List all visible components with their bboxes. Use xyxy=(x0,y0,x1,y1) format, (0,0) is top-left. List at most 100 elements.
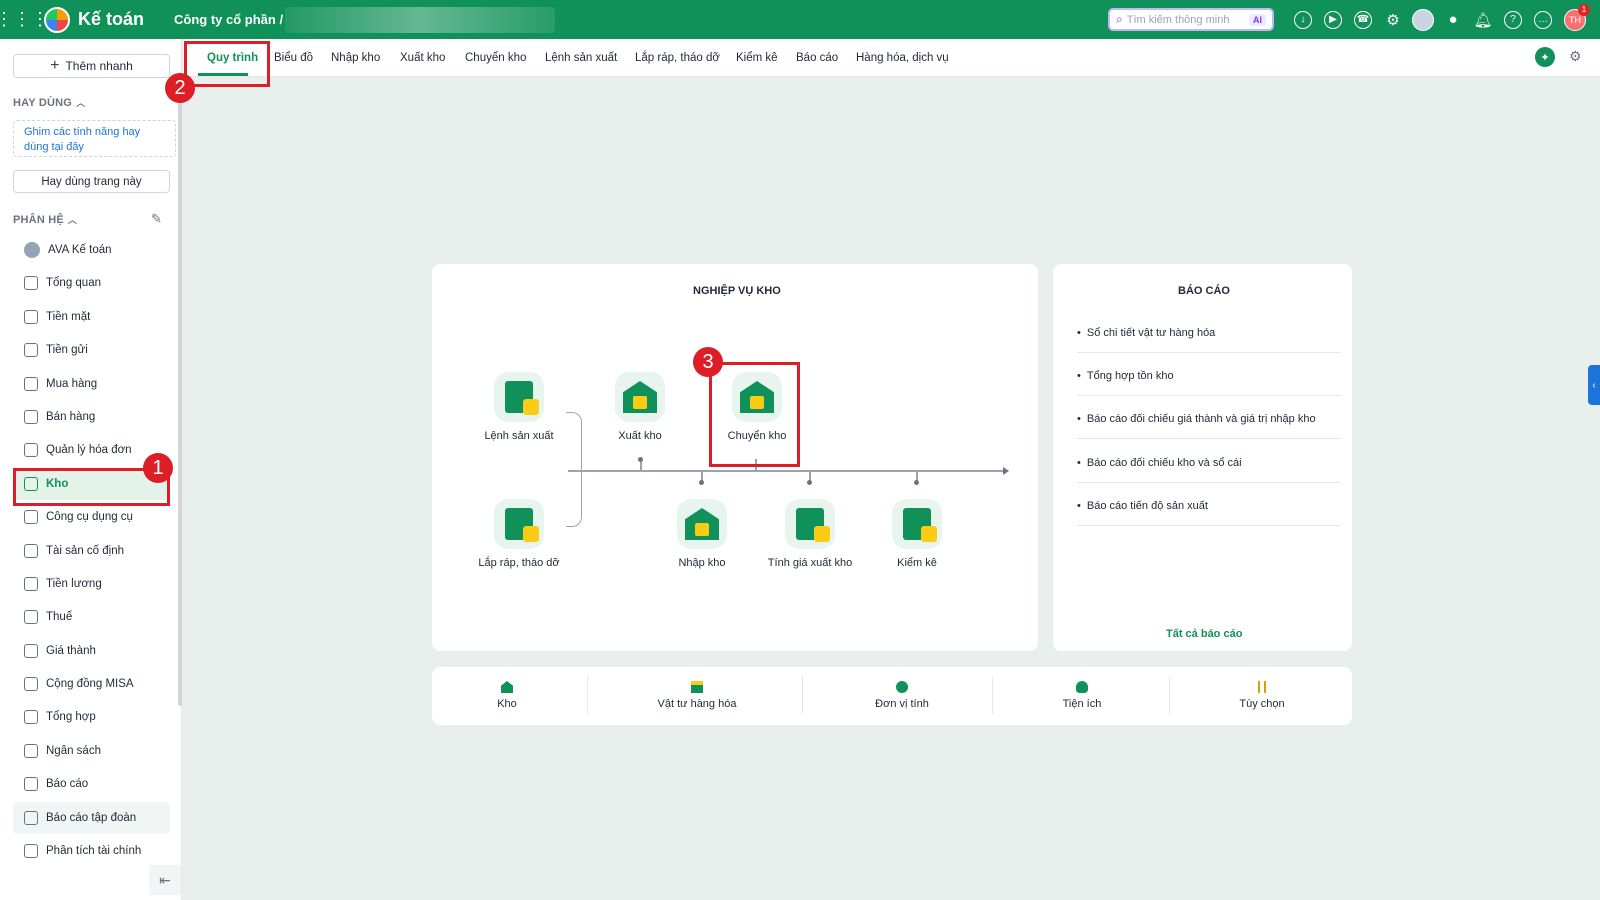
search-placeholder: Tìm kiếm thông minh xyxy=(1126,13,1230,26)
sidebar-item-label: Mua hàng xyxy=(46,377,98,390)
sidebar-item-tax[interactable]: Thuế xyxy=(13,601,170,633)
sidebar-item-fixed-assets[interactable]: Tài sản cố định xyxy=(13,535,170,567)
report-link[interactable]: Báo cáo đối chiếu kho và sổ cái xyxy=(1077,457,1341,483)
app-grid-icon[interactable]: ⋮⋮⋮ xyxy=(0,0,49,39)
frequent-section-title[interactable]: HAY DÙNG ︿ xyxy=(13,96,85,109)
sidebar-item-deposit[interactable]: Tiền gửi xyxy=(13,334,170,366)
sidebar-item-overview[interactable]: Tổng quan xyxy=(13,267,170,299)
summary-icon xyxy=(24,710,38,725)
quick-label: Đơn vị tính xyxy=(875,698,929,710)
quick-add-button[interactable]: + Thêm nhanh xyxy=(13,54,170,78)
quick-label: Kho xyxy=(497,698,517,710)
divider xyxy=(587,677,588,714)
frequent-page-button[interactable]: Hay dùng trang này xyxy=(13,170,170,193)
report-link[interactable]: Sổ chi tiết vật tư hàng hóa xyxy=(1077,327,1341,353)
pin-hint-box: Ghim các tính năng hay dùng tại đây xyxy=(13,120,176,157)
sidebar-item-cost[interactable]: Giá thành xyxy=(13,635,170,667)
side-panel-toggle-icon[interactable]: ‹ xyxy=(1588,365,1600,405)
sidebar-item-summary[interactable]: Tổng hợp xyxy=(13,701,170,733)
dashboard-icon xyxy=(24,276,38,291)
sidebar-item-cash[interactable]: Tiền mặt xyxy=(13,301,170,333)
smart-search-input[interactable]: ⌕ Tìm kiếm thông minh AI xyxy=(1108,8,1274,31)
tab-assembly[interactable]: Lắp ráp, tháo dỡ xyxy=(635,39,720,77)
company-name[interactable]: Công ty cổ phần / xyxy=(174,12,283,27)
modules-section-label: PHÂN HỆ xyxy=(13,214,64,226)
frequent-section-label: HAY DÙNG xyxy=(13,97,73,109)
tab-charts[interactable]: Biểu đồ xyxy=(274,39,313,77)
bell-icon[interactable]: 🔔︎ xyxy=(1468,0,1498,39)
more-icon[interactable]: … xyxy=(1528,0,1558,39)
highlight-box-2 xyxy=(184,41,270,87)
assistant-avatar[interactable] xyxy=(1412,8,1434,31)
node-stock-in[interactable]: Nhập kho xyxy=(657,499,747,572)
sidebar-item-label: Báo cáo tập đoàn xyxy=(46,811,137,824)
calculator-icon xyxy=(785,499,835,549)
divider xyxy=(1169,677,1170,714)
report-link[interactable]: Báo cáo tiến độ sản xuất xyxy=(1077,500,1341,526)
report-link[interactable]: Tổng hợp tồn kho xyxy=(1077,370,1341,396)
settings-gear-icon[interactable]: ⚙ xyxy=(1378,0,1408,39)
quick-add-label: Thêm nhanh xyxy=(65,59,133,73)
stock-out-warehouse-icon xyxy=(615,372,665,422)
sidebar-item-report[interactable]: Báo cáo xyxy=(13,768,170,800)
sidebar-item-group-report[interactable]: Báo cáo tập đoàn xyxy=(13,801,170,834)
sidebar-item-financial-analysis[interactable]: Phân tích tài chính xyxy=(13,835,170,867)
modules-section-title[interactable]: PHÂN HỆ ︿ xyxy=(13,213,77,226)
help-icon[interactable]: ? xyxy=(1498,0,1528,39)
customize-sliders-icon[interactable]: ⚙ xyxy=(1569,48,1582,65)
tab-inventory-check[interactable]: Kiểm kê xyxy=(736,39,778,77)
tab-reports[interactable]: Báo cáo xyxy=(796,39,838,77)
quick-utilities[interactable]: Tiện ích xyxy=(1007,667,1157,724)
lightbulb-icon[interactable]: ✦ xyxy=(1535,47,1555,67)
sidebar-item-label: Giá thành xyxy=(46,644,96,657)
sidebar-item-ava[interactable]: AVA Kế toán xyxy=(13,234,170,266)
node-label: Kiểm kê xyxy=(897,557,937,569)
quick-label: Vật tư hàng hóa xyxy=(657,698,737,710)
node-inventory-check[interactable]: Kiểm kê xyxy=(872,499,962,572)
sidebar-item-label: Phân tích tài chính xyxy=(46,845,142,858)
sidebar-item-label: Tổng quan xyxy=(46,277,101,290)
warehouse-icon xyxy=(501,681,513,693)
budget-icon xyxy=(24,743,38,758)
node-label: Tính giá xuất kho xyxy=(767,557,853,569)
user-avatar[interactable]: TH 1 xyxy=(1564,3,1590,31)
sidebar-scrollbar[interactable] xyxy=(178,78,182,706)
quick-options[interactable]: Tùy chọn xyxy=(1187,667,1337,724)
tab-stock-out[interactable]: Xuất kho xyxy=(400,39,445,77)
options-icon xyxy=(1258,681,1266,693)
sidebar-item-label: Tiền gửi xyxy=(46,344,88,357)
node-assembly[interactable]: Lắp ráp, tháo dỡ xyxy=(474,499,564,572)
report-link[interactable]: Báo cáo đối chiếu giá thành và giá trị n… xyxy=(1077,413,1341,439)
divider xyxy=(802,677,803,714)
sidebar-item-label: Tiền mặt xyxy=(46,310,91,323)
play-icon[interactable]: ▶ xyxy=(1318,0,1348,39)
support-icon[interactable]: ☎ xyxy=(1348,0,1378,39)
quick-materials[interactable]: Vật tư hàng hóa xyxy=(622,667,772,724)
sidebar-item-sales[interactable]: Bán hàng xyxy=(13,401,170,433)
tab-stock-in[interactable]: Nhập kho xyxy=(331,39,380,77)
sidebar-item-salary[interactable]: Tiền lương xyxy=(13,568,170,600)
node-stock-out[interactable]: Xuất kho xyxy=(595,372,685,445)
chat-icon[interactable]: ● xyxy=(1438,0,1468,39)
node-label: Lắp ráp, tháo dỡ xyxy=(478,557,560,569)
tab-goods-services[interactable]: Hàng hóa, dịch vụ xyxy=(856,39,949,77)
sidebar-item-community[interactable]: Cộng đồng MISA xyxy=(13,668,170,700)
sidebar-item-purchase[interactable]: Mua hàng xyxy=(13,368,170,400)
inventory-check-icon xyxy=(892,499,942,549)
all-reports-link[interactable]: Tất cả báo cáo xyxy=(1166,628,1242,640)
tab-transfer[interactable]: Chuyển kho xyxy=(465,39,526,77)
flow-bracket xyxy=(566,412,582,527)
quick-units[interactable]: Đơn vị tính xyxy=(827,667,977,724)
download-icon[interactable]: ↓ xyxy=(1288,0,1318,39)
sidebar-item-budget[interactable]: Ngân sách xyxy=(13,735,170,767)
analysis-icon xyxy=(24,844,38,859)
collapse-sidebar-icon[interactable]: ⇤ xyxy=(149,865,181,895)
flow-dot xyxy=(638,457,643,462)
quick-warehouse[interactable]: Kho xyxy=(452,667,562,724)
edit-pencil-icon[interactable]: ✎ xyxy=(151,211,162,227)
sidebar-item-label: Bán hàng xyxy=(46,410,96,423)
chevron-up-icon: ︿ xyxy=(67,215,78,225)
tab-production-order[interactable]: Lệnh sản xuất xyxy=(545,39,617,77)
node-production-order[interactable]: Lệnh sản xuất xyxy=(474,372,564,445)
node-costing[interactable]: Tính giá xuất kho xyxy=(765,499,855,572)
